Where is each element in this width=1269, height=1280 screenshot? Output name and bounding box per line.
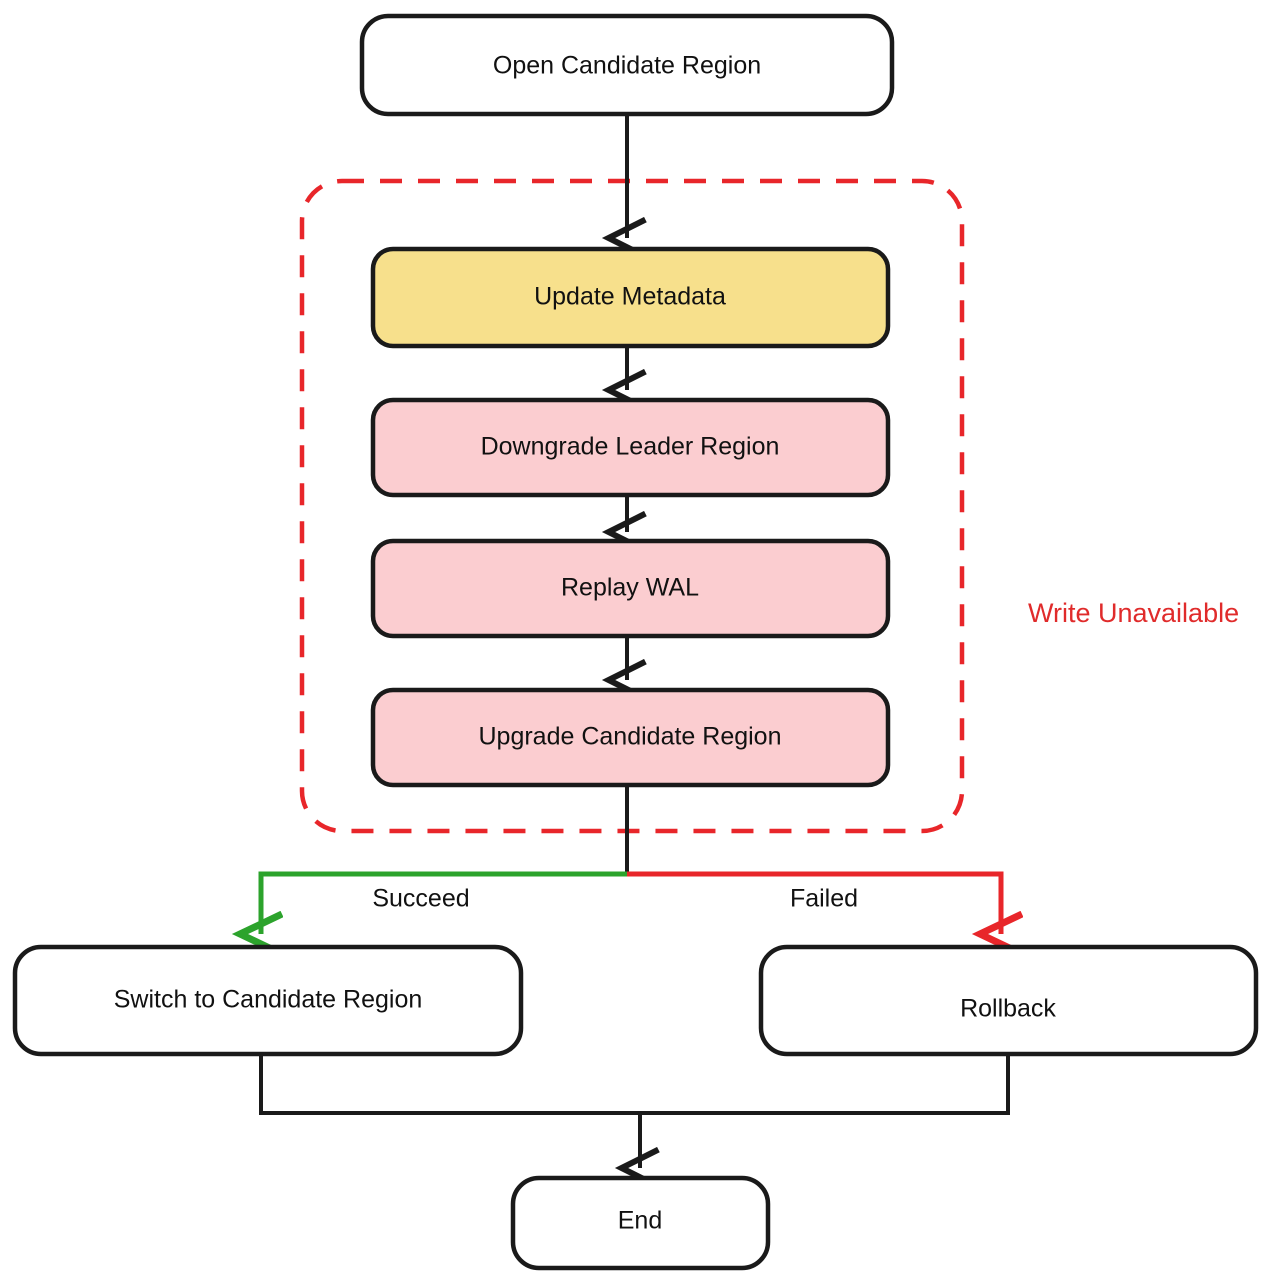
node-update-metadata[interactable]: Update Metadata <box>370 246 891 349</box>
node-update-metadata-label: Update Metadata <box>534 283 726 311</box>
node-upgrade-candidate-region[interactable]: Upgrade Candidate Region <box>370 687 891 788</box>
flowchart-canvas: Write Unavailable Succeed Failed Open Ca… <box>0 0 1269 1280</box>
node-downgrade-leader-region[interactable]: Downgrade Leader Region <box>370 397 891 498</box>
edge-label-failed: Failed <box>790 885 858 913</box>
edge-label-succeed: Succeed <box>372 885 469 913</box>
edge-rollback-to-merge <box>640 1054 1010 1115</box>
edge-label-layer: Succeed Failed <box>372 885 858 913</box>
node-end-label: End <box>618 1207 662 1235</box>
node-end[interactable]: End <box>510 1175 771 1271</box>
edge-switch-to-merge <box>259 1054 640 1115</box>
node-replay-wal[interactable]: Replay WAL <box>370 538 891 639</box>
node-open-candidate-region[interactable]: Open Candidate Region <box>359 13 895 117</box>
node-switch-to-candidate-region-label: Switch to Candidate Region <box>114 986 423 1014</box>
node-rollback-label: Rollback <box>960 995 1056 1023</box>
node-switch-to-candidate-region[interactable]: Switch to Candidate Region <box>12 944 524 1057</box>
node-replay-wal-label: Replay WAL <box>561 574 699 602</box>
flowchart-svg: Write Unavailable Succeed Failed Open Ca… <box>12 13 1259 1271</box>
node-upgrade-candidate-region-label: Upgrade Candidate Region <box>479 723 782 751</box>
node-downgrade-leader-region-label: Downgrade Leader Region <box>481 433 780 461</box>
node-open-candidate-region-label: Open Candidate Region <box>493 52 761 80</box>
write-unavailable-label: Write Unavailable <box>1028 598 1239 628</box>
node-rollback[interactable]: Rollback <box>758 944 1259 1057</box>
